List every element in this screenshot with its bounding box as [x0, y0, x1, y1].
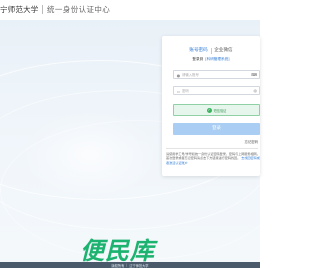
username-field[interactable]: ● ⌨ — [173, 70, 260, 79]
system-title: 统一身份认证中心 — [47, 5, 111, 14]
tab-account-password[interactable]: 账号密码 — [186, 47, 210, 55]
footer-copyright: 版权所有 — [111, 263, 125, 268]
login-card: 账号密码 企业微信 登录到[科研管理系统] ● ⌨ ▫ ◎ ✓ 短信验证 登录 … — [162, 36, 260, 176]
username-input[interactable] — [182, 71, 250, 79]
footer-university: 辽宁师范大学 — [129, 263, 149, 268]
footer-bar: 版权所有 | 辽宁师范大学 — [0, 262, 260, 268]
login-notice: 请使用学工号/学号和统一身份认证密码登录，密码与上网服务相同。首次登录或者忘记密… — [166, 152, 260, 165]
sms-verify-button[interactable]: ✓ 短信验证 — [173, 104, 260, 116]
header-divider — [42, 5, 43, 14]
login-hint-text: 登录到 — [192, 57, 204, 61]
watermark-logo: 便民库 — [80, 237, 155, 265]
sms-verify-label: 短信验证 — [213, 108, 227, 113]
keyboard-icon[interactable]: ⌨ — [251, 72, 257, 78]
footer-separator: | — [126, 263, 128, 267]
card-divider — [166, 148, 258, 149]
login-target-hint: 登录到 [科研管理系统] — [162, 57, 260, 62]
lock-icon: ▫ — [177, 89, 180, 94]
login-system-link[interactable]: [科研管理系统] — [205, 57, 229, 61]
user-icon: ● — [176, 73, 181, 78]
forgot-password-link[interactable]: 忘记密码 — [244, 139, 258, 144]
login-tabs: 账号密码 企业微信 — [162, 46, 260, 56]
show-password-icon[interactable]: ◎ — [254, 88, 258, 94]
tab-enterprise-wechat[interactable]: 企业微信 — [211, 47, 235, 55]
login-button[interactable]: 登录 — [173, 123, 260, 135]
top-header: 宁师范大学 统一身份认证中心 — [0, 0, 260, 20]
password-field[interactable]: ▫ ◎ — [173, 86, 260, 95]
university-logo-text: 宁师范大学 — [0, 5, 39, 14]
check-icon: ✓ — [206, 107, 212, 113]
password-input[interactable] — [182, 87, 250, 95]
